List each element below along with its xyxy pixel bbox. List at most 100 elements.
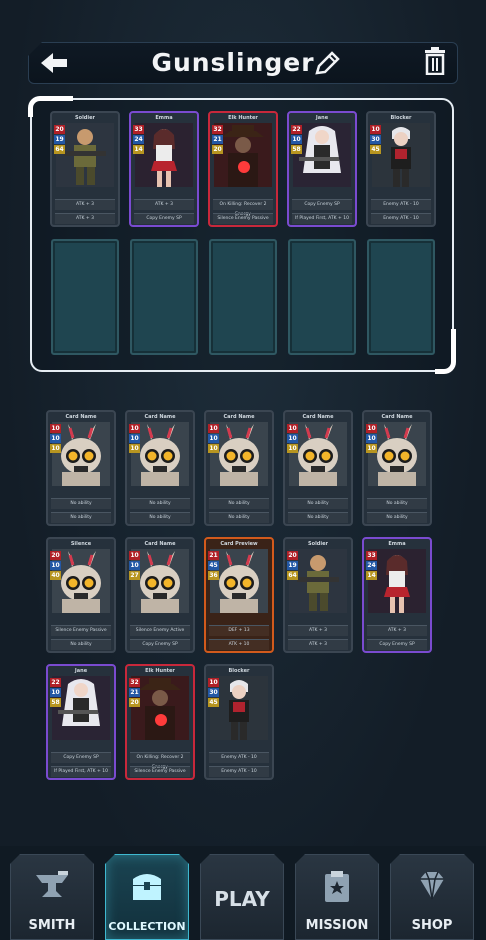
- card-attack: 10: [287, 424, 298, 433]
- collection-card[interactable]: Blocker 10 30 45 Enemy ATK - 10 Enemy ATK - 1…: [204, 664, 274, 780]
- card-ability-1: ATK + 3: [55, 199, 115, 210]
- collection-card[interactable]: Card Name 10 10 27 Silence Enemy Active Copy …: [125, 537, 195, 653]
- nav-shop-button[interactable]: SHOP: [390, 854, 474, 940]
- card-health: 10: [208, 434, 219, 443]
- card-name: Jane: [315, 115, 329, 121]
- nav-mission-label: MISSION: [305, 918, 369, 933]
- empty-deck-slot[interactable]: [367, 239, 435, 355]
- card-name: Emma: [155, 115, 173, 121]
- card-ability-1: ATK + 3: [367, 625, 427, 636]
- card-cost: 10: [366, 444, 377, 453]
- anvil-icon: [32, 869, 72, 903]
- empty-deck-slot[interactable]: [51, 239, 119, 355]
- deck-title: Gunslinger: [151, 48, 315, 77]
- card-health: 10: [50, 561, 61, 570]
- card-health: 10: [287, 434, 298, 443]
- deck-card[interactable]: Blocker 10 30 45 Enemy ATK - 10 Enemy ATK - 1…: [366, 111, 436, 227]
- card-ability-1: Enemy ATK - 10: [209, 752, 269, 763]
- card-ability-2: ATK + 10: [209, 639, 269, 650]
- card-health: 24: [133, 135, 144, 144]
- collection-card[interactable]: Emma 33 24 14 ATK + 3 Copy Enemy SP: [362, 537, 432, 653]
- card-attack: 10: [50, 424, 61, 433]
- card-name: Card Name: [144, 414, 176, 420]
- card-cost: 20: [129, 698, 140, 707]
- chest-icon: [127, 869, 167, 905]
- card-cost: 64: [54, 145, 65, 154]
- collection-card[interactable]: Card Name 10 10 10 No ability No ability: [362, 410, 432, 526]
- nav-shop-label: SHOP: [411, 918, 453, 933]
- nav-smith-button[interactable]: SMITH: [10, 854, 94, 940]
- card-attack: 33: [366, 551, 377, 560]
- card-cost: 14: [366, 571, 377, 580]
- card-ability-1: No ability: [130, 498, 190, 509]
- collection-card[interactable]: Elk Hunter 32 21 20 On Killing: Recover 2 En…: [125, 664, 195, 780]
- deck-card[interactable]: Emma 33 24 14 ATK + 3 Copy Enemy SP: [129, 111, 199, 227]
- card-name: Emma: [388, 541, 406, 547]
- card-ability-1: ATK + 3: [134, 199, 194, 210]
- card-attack: 10: [129, 424, 140, 433]
- card-ability-2: Copy Enemy SP: [367, 639, 427, 650]
- card-cost: 64: [287, 571, 298, 580]
- nav-play-button[interactable]: PLAY: [200, 854, 284, 940]
- card-attack: 10: [366, 424, 377, 433]
- collection-card[interactable]: Card Name 10 10 10 No ability No ability: [46, 410, 116, 526]
- card-cost: 40: [50, 571, 61, 580]
- card-attack: 10: [370, 125, 381, 134]
- card-cost: 45: [370, 145, 381, 154]
- card-health: 10: [50, 434, 61, 443]
- card-cost: 27: [129, 571, 140, 580]
- nav-mission-button[interactable]: MISSION: [295, 854, 379, 940]
- card-attack: 20: [287, 551, 298, 560]
- collection-card[interactable]: Card Name 10 10 10 No ability No ability: [283, 410, 353, 526]
- card-name: Card Name: [65, 414, 97, 420]
- card-name: Elk Hunter: [145, 668, 175, 674]
- card-attack: 20: [50, 551, 61, 560]
- card-name: Card Name: [223, 414, 255, 420]
- deck-card[interactable]: Elk Hunter 32 21 20 On Killing: Recover 2 En…: [208, 111, 278, 227]
- card-ability-2: Silence Enemy Passive: [213, 213, 273, 224]
- card-name: Card Name: [381, 414, 413, 420]
- empty-deck-slot[interactable]: [209, 239, 277, 355]
- edit-name-button[interactable]: [313, 51, 341, 77]
- card-cost: 14: [133, 145, 144, 154]
- card-health: 10: [129, 434, 140, 443]
- empty-deck-slot[interactable]: [130, 239, 198, 355]
- nav-smith-label: SMITH: [28, 918, 76, 933]
- delete-deck-button[interactable]: [423, 47, 447, 76]
- card-attack: 22: [291, 125, 302, 134]
- card-name: Silence: [70, 541, 92, 547]
- collection-card[interactable]: Card Name 10 10 10 No ability No ability: [125, 410, 195, 526]
- card-cost: 36: [208, 571, 219, 580]
- nav-collection-button[interactable]: COLLECTION: [105, 854, 189, 940]
- nav-collection-label: COLLECTION: [108, 920, 186, 933]
- card-attack: 32: [212, 125, 223, 134]
- deck-card[interactable]: Soldier 20 19 64 ATK + 3 ATK + 3: [50, 111, 120, 227]
- card-cost: 20: [212, 145, 223, 154]
- card-ability-2: No ability: [130, 512, 190, 523]
- collection-card[interactable]: Soldier 20 19 64 ATK + 3 ATK + 3: [283, 537, 353, 653]
- collection-card[interactable]: Card Name 10 10 10 No ability No ability: [204, 410, 274, 526]
- card-cost: 45: [208, 698, 219, 707]
- card-ability-1: No ability: [209, 498, 269, 509]
- card-health: 21: [212, 135, 223, 144]
- card-ability-2: If Played First, ATK + 10: [51, 766, 111, 777]
- card-attack: 33: [133, 125, 144, 134]
- collection-card[interactable]: Jane 22 10 58 Copy Enemy SP If Played First, …: [46, 664, 116, 780]
- card-attack: 10: [208, 678, 219, 687]
- card-name: Elk Hunter: [228, 115, 258, 121]
- card-health: 21: [129, 688, 140, 697]
- card-cost: 10: [208, 444, 219, 453]
- card-ability-1: No ability: [367, 498, 427, 509]
- card-ability-2: Copy Enemy SP: [134, 213, 194, 224]
- card-ability-2: ATK + 3: [288, 639, 348, 650]
- deck-card[interactable]: Jane 22 10 58 Copy Enemy SP If Played First, …: [287, 111, 357, 227]
- card-ability-1: ATK + 3: [288, 625, 348, 636]
- collection-card[interactable]: Silence 20 10 40 Silence Enemy Passive No abi…: [46, 537, 116, 653]
- card-name: Soldier: [308, 541, 328, 547]
- card-health: 19: [54, 135, 65, 144]
- collection-card[interactable]: Card Preview 21 45 36 DEF + 13 ATK + 10: [204, 537, 274, 653]
- empty-deck-slot[interactable]: [288, 239, 356, 355]
- card-name: Blocker: [228, 668, 250, 674]
- card-ability-2: No ability: [209, 512, 269, 523]
- card-ability-1: On Killing: Recover 2 Energy: [213, 199, 273, 217]
